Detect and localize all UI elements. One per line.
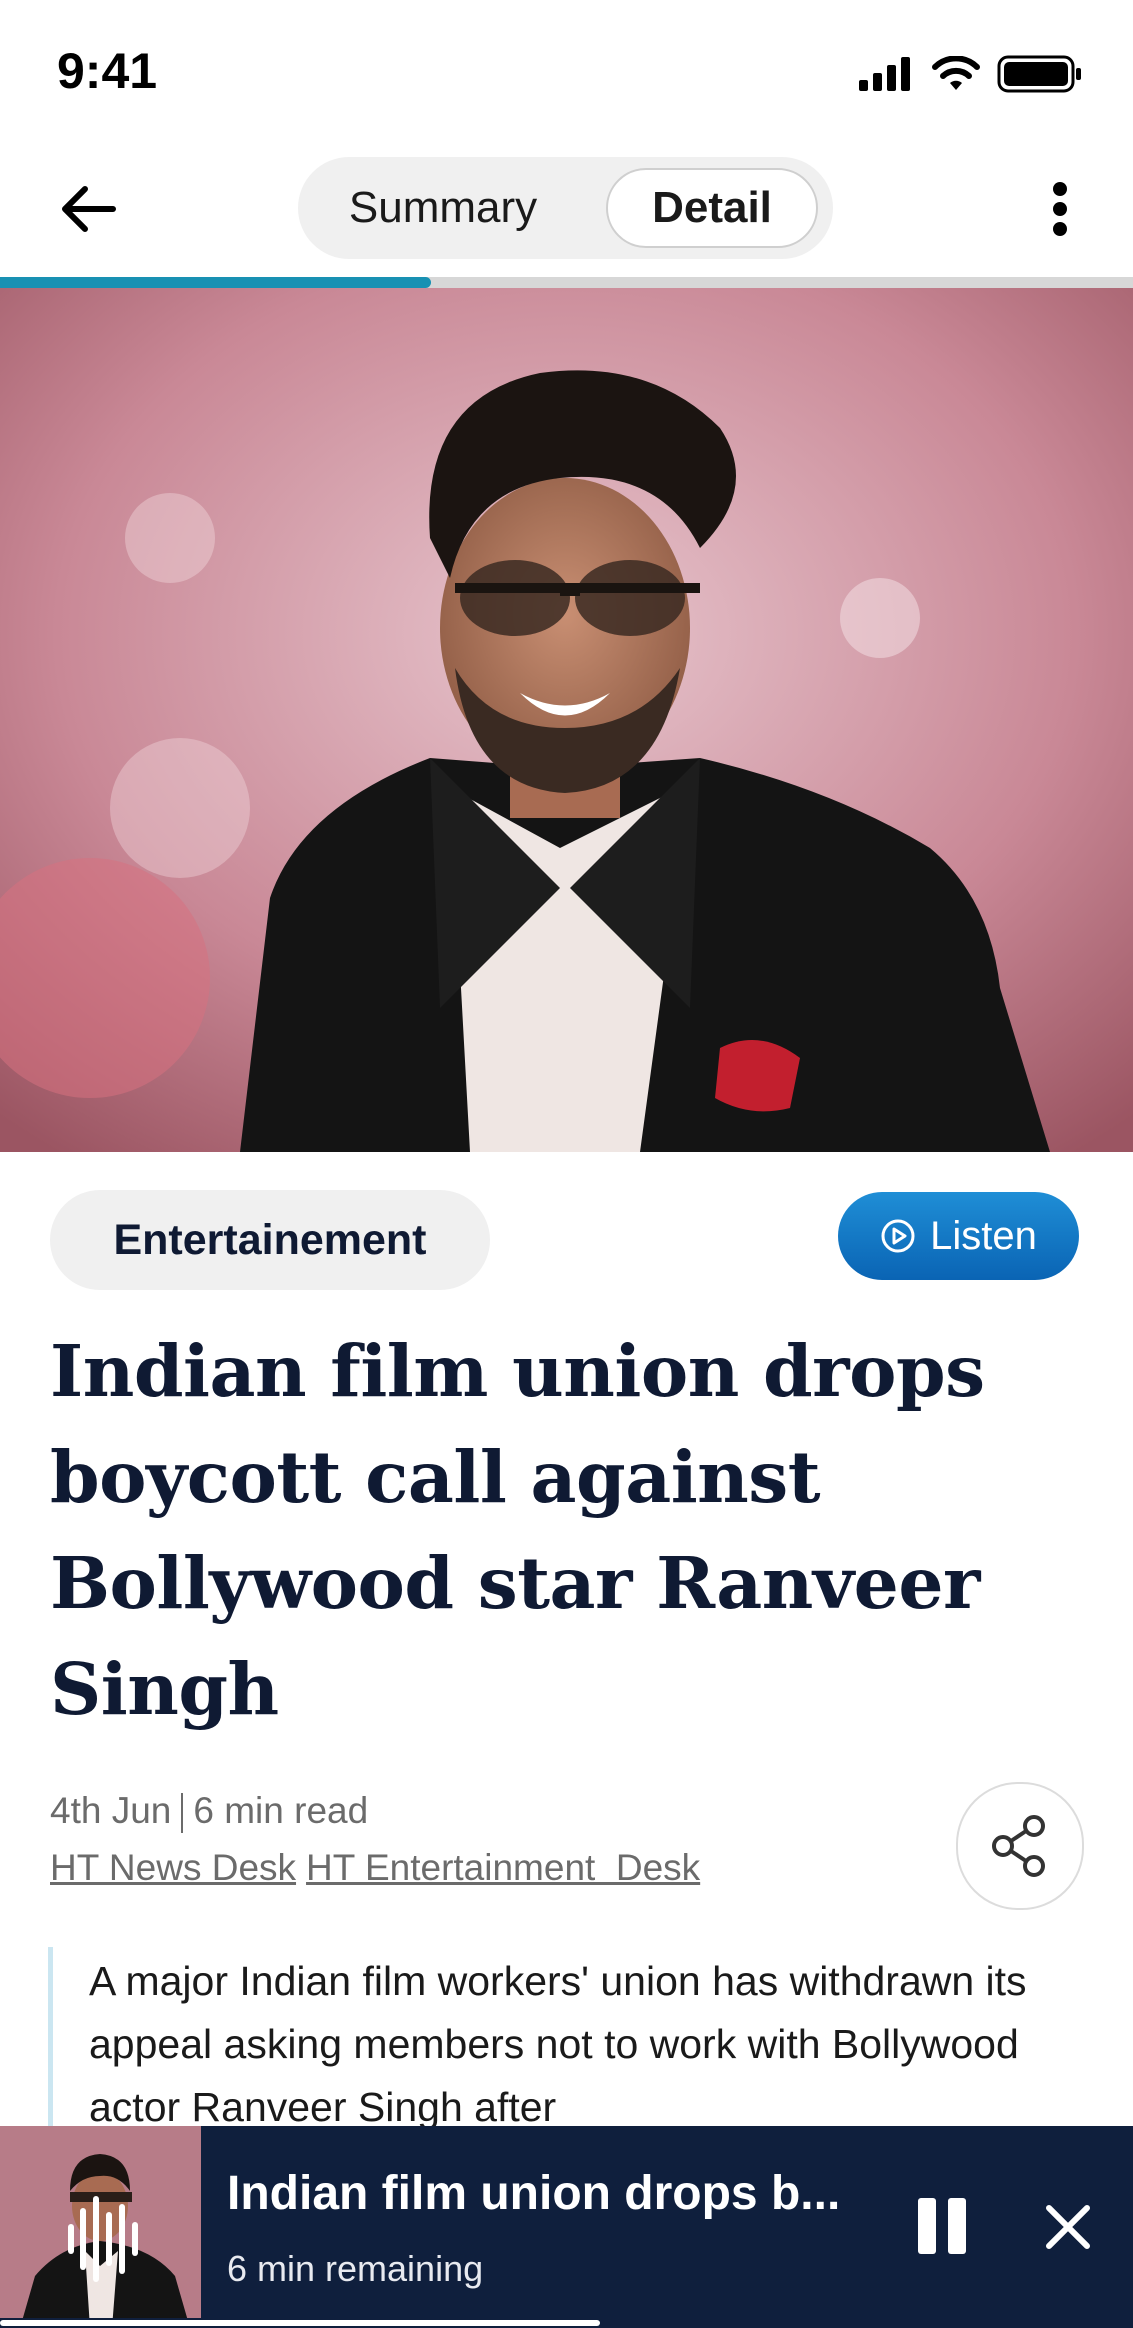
close-button[interactable] (1035, 2194, 1101, 2260)
player-remaining: 6 min remaining (227, 2248, 484, 2289)
share-button[interactable] (956, 1782, 1084, 1910)
read-time: 6 min read (193, 1790, 369, 1831)
listen-button[interactable]: Listen (838, 1192, 1079, 1280)
more-vertical-icon (1053, 182, 1067, 236)
reading-progress-fill (0, 277, 431, 288)
meta-divider (181, 1793, 184, 1834)
status-time: 9:41 (57, 43, 158, 99)
signal-icon (857, 56, 915, 97)
back-button[interactable] (55, 176, 121, 242)
pause-button[interactable] (918, 2198, 970, 2256)
share-icon (992, 1815, 1045, 1877)
status-icons (857, 54, 1083, 99)
play-circle-icon (881, 1219, 915, 1253)
status-bar: 9:41 (0, 0, 1133, 140)
close-icon (1046, 2205, 1090, 2249)
article-headline: Indian film union drops boycott call aga… (50, 1329, 985, 1731)
more-options-button[interactable] (1027, 176, 1093, 242)
author-links: HT News Desk HT Entertainment Desk (50, 1847, 710, 1889)
intro-quote-bar (48, 1947, 53, 2147)
author-link[interactable]: HT News Desk (50, 1847, 296, 1888)
pause-icon (948, 2198, 966, 2254)
player-progress-fill (0, 2320, 601, 2326)
tab-detail[interactable]: Detail (606, 168, 818, 248)
view-toggle: Summary Detail (298, 157, 833, 259)
player-thumbnail (0, 2126, 201, 2328)
battery-icon (997, 54, 1083, 99)
hero-image (0, 288, 1133, 1152)
mini-player[interactable]: Indian film union drops b... 6 min remai… (0, 2126, 1133, 2328)
reading-progress (0, 277, 1133, 288)
wifi-icon (931, 55, 981, 97)
article-intro: A major Indian film workers' union has w… (89, 1958, 1027, 2130)
article-header: Summary Detail (0, 140, 1133, 280)
article-meta: 4th Jun 6 min read (50, 1790, 369, 1834)
publish-date: 4th Jun (50, 1790, 172, 1831)
audio-waveform-icon (68, 2196, 138, 2282)
back-arrow-icon (62, 186, 116, 232)
author-link[interactable]: HT Entertainment Desk (306, 1847, 700, 1888)
player-title: Indian film union drops b... (227, 2167, 841, 2220)
category-chip[interactable]: Entertainement (50, 1190, 490, 1290)
player-progress (0, 2318, 1133, 2328)
listen-label: Listen (930, 1213, 1037, 1258)
pause-icon (918, 2198, 936, 2254)
tab-summary[interactable]: Summary (318, 157, 568, 259)
